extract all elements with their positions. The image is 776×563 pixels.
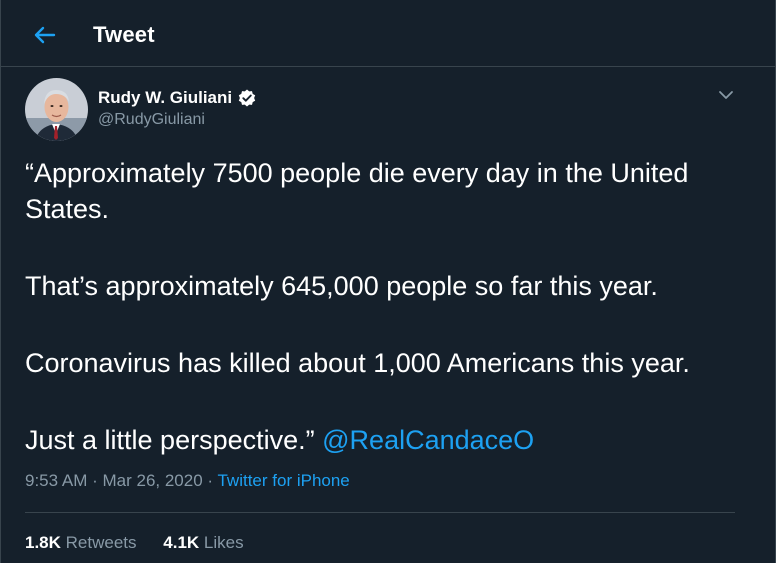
author-display-name[interactable]: Rudy W. Giuliani — [98, 88, 232, 108]
avatar[interactable] — [25, 78, 88, 141]
back-button[interactable] — [26, 18, 62, 52]
tweet-paragraph: That’s approximately 645,000 people so f… — [25, 271, 658, 301]
likes-label: Likes — [203, 533, 244, 552]
tweet-time[interactable]: 9:53 AM — [25, 471, 87, 490]
tweet-text: “Approximately 7500 people die every day… — [25, 155, 755, 458]
tweet-date[interactable]: Mar 26, 2020 — [102, 471, 202, 490]
divider — [25, 512, 735, 513]
retweets-label: Retweets — [65, 533, 137, 552]
tweet-paragraph: Just a little perspective.” — [25, 425, 315, 455]
tweet-paragraph-last: Just a little perspective.” @RealCandace… — [25, 422, 755, 458]
mention-link[interactable]: @RealCandaceO — [322, 425, 534, 455]
author-handle[interactable]: @RudyGiuliani — [98, 111, 205, 129]
arrow-left-icon — [34, 26, 56, 44]
retweets-count: 1.8K — [25, 533, 61, 552]
tweet-paragraph: Coronavirus has killed about 1,000 Ameri… — [25, 348, 690, 378]
header-bar: Tweet — [1, 0, 775, 67]
tweet-paragraph: “Approximately 7500 people die every day… — [25, 158, 689, 224]
tweet-stats: 1.8K Retweets 4.1K Likes — [25, 533, 266, 553]
tweet-meta: 9:53 AM · Mar 26, 2020 · Twitter for iPh… — [25, 471, 350, 491]
likes-count: 4.1K — [163, 533, 200, 552]
page-title: Tweet — [93, 22, 155, 47]
likes-stat[interactable]: 4.1K Likes — [163, 533, 243, 552]
author-name-row: Rudy W. Giuliani — [98, 87, 257, 109]
tweet-source-link[interactable]: Twitter for iPhone — [217, 471, 349, 490]
more-options-button[interactable] — [713, 84, 739, 106]
verified-badge-icon — [237, 88, 257, 108]
retweets-stat[interactable]: 1.8K Retweets — [25, 533, 137, 552]
meta-separator: · — [202, 471, 218, 490]
meta-separator: · — [87, 471, 103, 490]
tweet-page: Tweet Rudy W. Giuliani @RudyGiuliani “Ap… — [0, 0, 776, 563]
chevron-down-icon — [719, 91, 733, 99]
